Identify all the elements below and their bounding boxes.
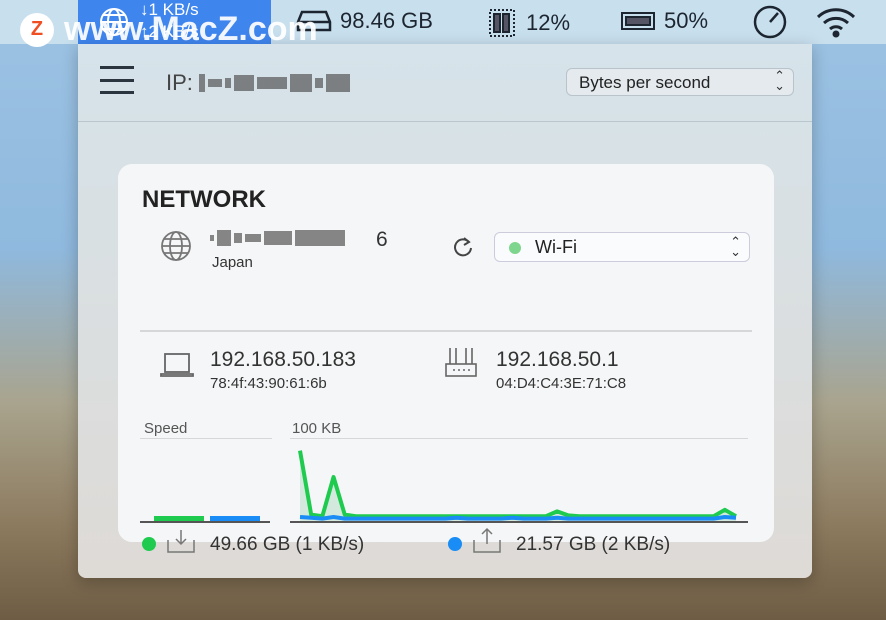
download-series-line [298, 450, 737, 519]
memory-menu-item[interactable]: 50% [620, 8, 708, 34]
refresh-icon[interactable] [452, 236, 474, 258]
status-dot [509, 242, 521, 254]
memory-icon [621, 12, 655, 30]
laptop-icon [160, 353, 194, 377]
speedometer-icon[interactable] [752, 4, 788, 40]
download-total: 49.66 GB (1 KB/s) [210, 534, 365, 555]
upload-total: 21.57 GB (2 KB/s) [516, 534, 671, 555]
memory-usage: 50% [664, 8, 709, 33]
cpu-usage: 12% [526, 10, 571, 35]
chevron-updown-icon: ⌃ ⌄ [774, 68, 785, 93]
public-ip-suffix: 6 [376, 228, 388, 251]
popover-header: IP: Bytes per second ⌃ ⌄ [78, 44, 812, 122]
speed-label: Speed [144, 420, 188, 437]
unit-select[interactable]: Bytes per second ⌃ ⌄ [566, 68, 794, 96]
network-popover: IP: Bytes per second ⌃ ⌄ NETWORK 6 Japan … [78, 44, 812, 578]
traffic-chart [290, 450, 748, 523]
speed-baseline [140, 521, 270, 523]
wifi-icon[interactable] [814, 6, 858, 38]
upload-dot [448, 537, 462, 551]
router-mac: 04:D4:C4:3E:71:C8 [496, 375, 627, 392]
download-area [300, 450, 736, 521]
country: Japan [212, 254, 253, 271]
upload-icon [473, 527, 501, 553]
router-ip: 192.168.50.1 [496, 348, 619, 371]
local-ip: 192.168.50.183 [210, 348, 356, 371]
router-icon [445, 348, 477, 377]
ip-label: IP: [166, 70, 193, 95]
chevron-updown-icon: ⌃ ⌄ [730, 234, 741, 259]
chart-scale-label: 100 KB [292, 420, 342, 437]
download-icon [167, 530, 195, 553]
cpu-icon [489, 9, 515, 37]
download-dot [142, 537, 156, 551]
local-mac: 78:4f:43:90:61:6b [210, 375, 327, 392]
globe-icon [161, 231, 191, 261]
public-ip: IP: [166, 70, 350, 96]
disk-free: 98.46 GB [340, 8, 433, 33]
network-card: NETWORK 6 Japan Wi-Fi ⌃ ⌄ 192.168.50.183 … [118, 164, 774, 555]
watermark-logo: Z www.MacZ.com [20, 10, 318, 49]
divider [140, 330, 752, 332]
redacted-ip [198, 74, 350, 92]
divider [140, 438, 272, 439]
upload-series-line [299, 515, 737, 521]
interface-select[interactable]: Wi-Fi ⌃ ⌄ [494, 232, 750, 262]
unit-select-value: Bytes per second [579, 73, 711, 92]
watermark-text: www.MacZ.com [64, 10, 318, 48]
card-title: NETWORK [142, 186, 266, 213]
watermark-logo-badge: Z [20, 12, 54, 47]
redacted-public-ip [210, 230, 345, 246]
cpu-menu-item[interactable]: 12% [486, 8, 570, 38]
menu-icon[interactable] [100, 66, 134, 94]
interface-value: Wi-Fi [535, 237, 577, 257]
